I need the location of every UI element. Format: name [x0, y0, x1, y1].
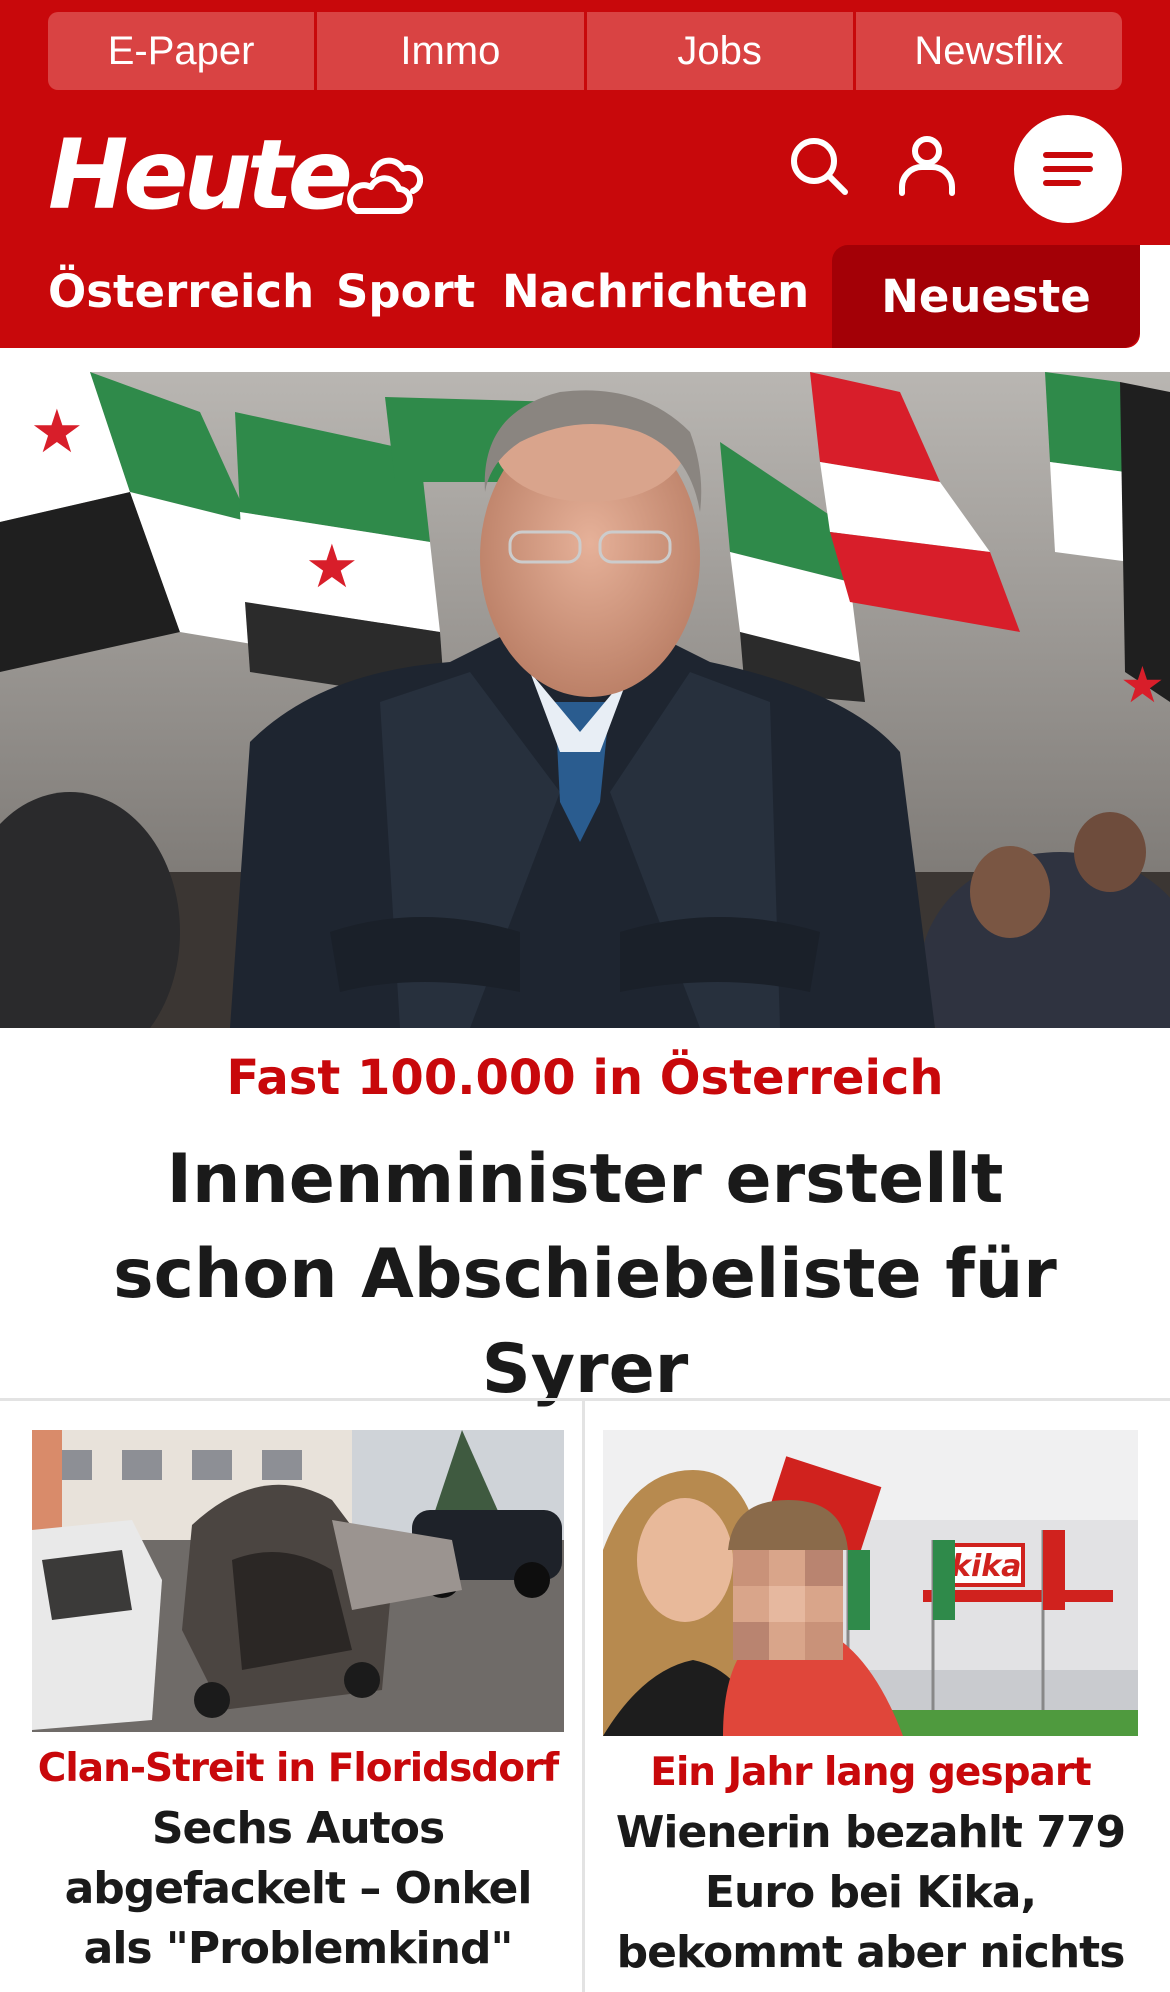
section-tab-neueste[interactable]: Neueste: [832, 245, 1140, 348]
section-navigation: Österreich Sport Nachrichten Neueste: [0, 245, 1170, 348]
article-title[interactable]: Wienerin bezahlt 779 Euro bei Kika, beko…: [603, 1803, 1138, 1983]
site-logo[interactable]: Heute: [48, 125, 353, 225]
topnav-item-immo[interactable]: Immo: [317, 12, 587, 90]
topnav-item-jobs[interactable]: Jobs: [586, 12, 856, 90]
grid-divider-horizontal: [0, 1398, 1170, 1401]
grid-divider-vertical: [582, 1400, 585, 1992]
hamburger-menu-icon: [1043, 152, 1093, 186]
article-image-burnt-cars[interactable]: [32, 1430, 564, 1732]
section-tab-sport[interactable]: Sport: [336, 265, 475, 318]
article-card-kika[interactable]: kika Ein Jahr lang gespart Wienerin beza…: [603, 1430, 1138, 1983]
svg-text:kika: kika: [951, 1549, 1021, 1584]
topnav-item-newsflix[interactable]: Newsflix: [855, 12, 1122, 90]
hero-photo: ★ ★ ★: [0, 372, 1170, 1028]
section-tab-nachrichten[interactable]: Nachrichten: [502, 265, 809, 318]
user-icon[interactable]: [896, 135, 958, 197]
menu-button[interactable]: [1014, 115, 1122, 223]
partly-cloudy-icon[interactable]: [343, 153, 423, 215]
svg-text:★: ★: [305, 533, 359, 600]
article-title[interactable]: Sechs Autos abgefackelt – Onkel als "Pro…: [32, 1799, 564, 1979]
burnt-cars-photo: [32, 1430, 564, 1732]
article-kicker[interactable]: Clan-Streit in Floridsdorf: [32, 1746, 564, 1791]
search-icon[interactable]: [788, 135, 850, 197]
article-image-kika[interactable]: kika: [603, 1430, 1138, 1736]
hero-article-title[interactable]: Innenminister erstellt schon Abschiebeli…: [60, 1132, 1110, 1417]
topnav-item-epaper[interactable]: E-Paper: [48, 12, 318, 90]
svg-text:★: ★: [30, 398, 84, 465]
logo-row: Heute: [48, 115, 1122, 235]
section-tab-oesterreich[interactable]: Österreich: [48, 265, 314, 318]
kika-photo: kika: [603, 1430, 1138, 1736]
site-header: E-Paper Immo Jobs Newsflix Heute Österre…: [0, 0, 1170, 348]
top-navigation: E-Paper Immo Jobs Newsflix: [48, 12, 1122, 90]
hero-article-image[interactable]: ★ ★ ★: [0, 372, 1170, 1028]
svg-text:★: ★: [1120, 657, 1165, 713]
article-card-floridsdorf[interactable]: Clan-Streit in Floridsdorf Sechs Autos a…: [32, 1430, 564, 1979]
article-kicker[interactable]: Ein Jahr lang gespart: [603, 1750, 1138, 1795]
hero-article-kicker[interactable]: Fast 100.000 in Österreich: [0, 1050, 1170, 1106]
